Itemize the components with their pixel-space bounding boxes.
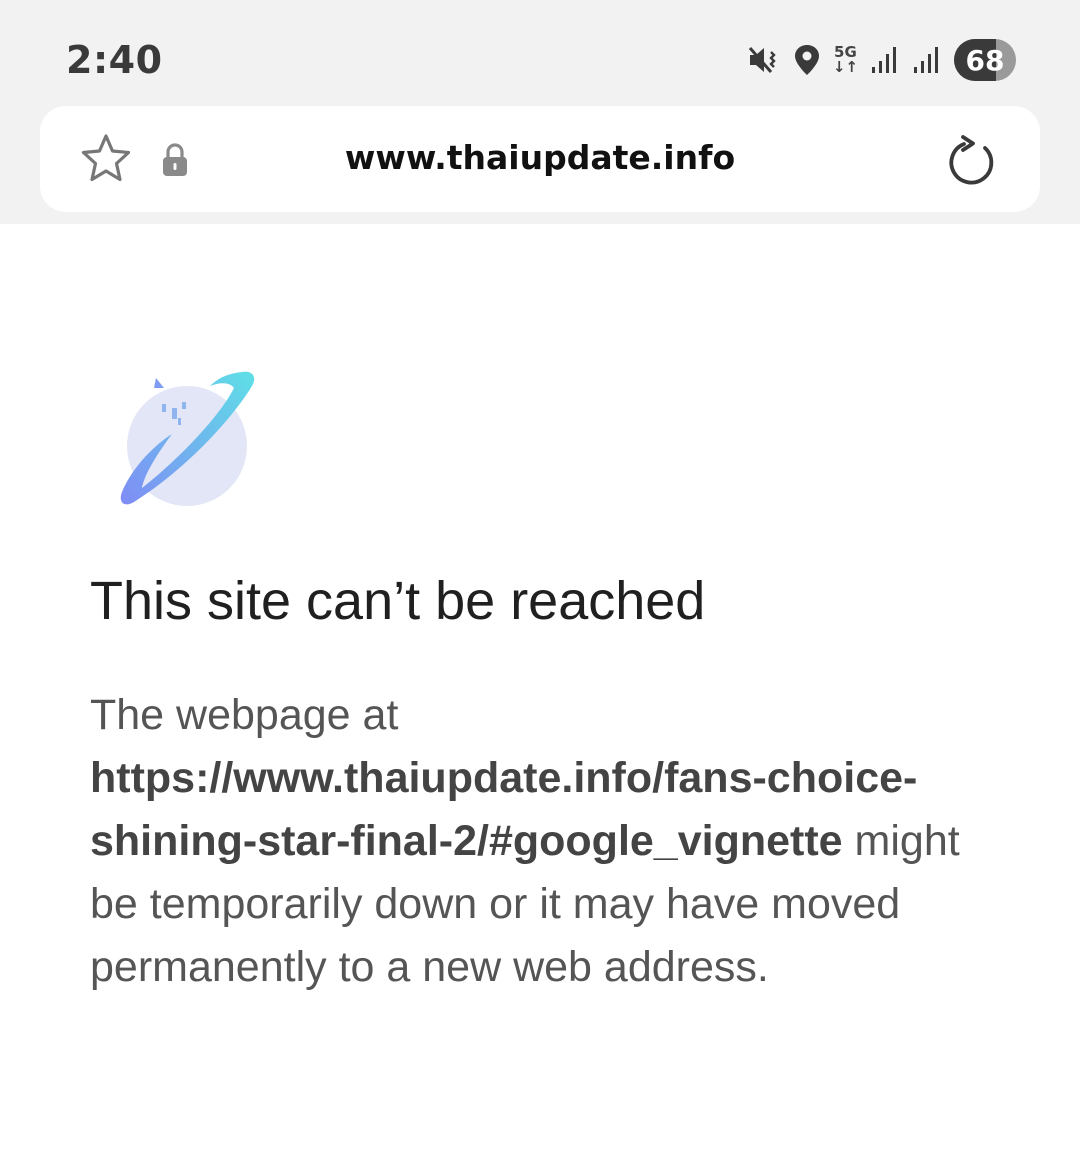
battery-level: 68 — [965, 43, 1005, 77]
error-description: The webpage at https://www.thaiupdate.in… — [90, 684, 1010, 999]
location-icon — [793, 43, 821, 77]
status-icons: 5G ↓↑ 68 — [747, 36, 1016, 84]
url-text[interactable]: www.thaiupdate.info — [220, 138, 860, 177]
status-bar: 2:40 5G ↓↑ 68 — [0, 0, 1080, 104]
browser-chrome: 2:40 5G ↓↑ 68 www.thaiupdate.info — [0, 0, 1080, 224]
error-description-prefix: The webpage at — [90, 691, 399, 739]
status-time: 2:40 — [66, 38, 163, 82]
star-icon[interactable] — [78, 132, 134, 190]
globe-error-icon — [116, 368, 266, 522]
failed-url: https://www.thaiupdate.info/fans-choice-… — [90, 754, 918, 865]
error-title: This site can’t be reached — [90, 571, 706, 631]
signal-icon — [870, 45, 900, 75]
signal-icon — [912, 45, 942, 75]
error-page: This site can’t be reached The webpage a… — [0, 224, 1080, 1151]
network-activity-arrows: ↓↑ — [832, 58, 858, 76]
5g-icon: 5G ↓↑ — [833, 45, 858, 75]
lock-icon — [160, 142, 190, 182]
battery-icon: 68 — [954, 39, 1016, 81]
address-bar[interactable]: www.thaiupdate.info — [40, 106, 1040, 212]
reload-icon[interactable] — [946, 134, 998, 192]
mute-vibrate-icon — [747, 43, 781, 77]
